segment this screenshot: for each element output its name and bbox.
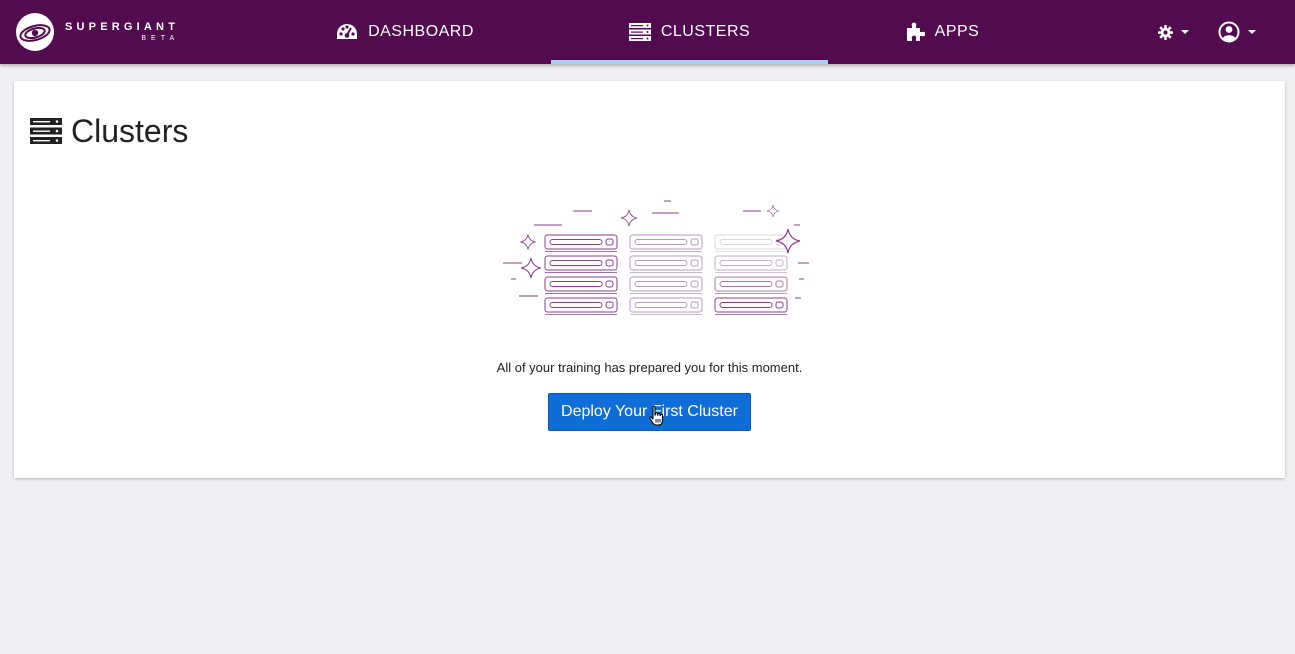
empty-clusters-illustration	[503, 200, 809, 315]
user-circle-icon	[1218, 21, 1240, 43]
tab-apps-label: APPS	[934, 23, 980, 40]
server-stack-middle	[629, 234, 703, 315]
settings-dropdown[interactable]	[1158, 16, 1189, 48]
server-icon	[628, 23, 651, 41]
empty-state-message: All of your training has prepared you fo…	[496, 360, 803, 375]
server-stack-right	[714, 234, 788, 315]
tab-dashboard[interactable]: DASHBOARD	[310, 0, 500, 64]
tab-dashboard-label: DASHBOARD	[368, 23, 474, 40]
logo-wordmark: SUPERGIANT BETA	[65, 21, 179, 43]
user-dropdown[interactable]	[1218, 16, 1256, 48]
sparkles	[520, 204, 801, 279]
tab-clusters-label: CLUSTERS	[660, 23, 751, 40]
page-title: Clusters	[30, 113, 188, 149]
supergiant-logo-icon	[16, 13, 54, 51]
brand-sub: BETA	[141, 35, 180, 42]
server-icon	[30, 118, 62, 144]
gear-icon	[1158, 24, 1173, 40]
dashboard-icon	[337, 24, 358, 39]
tab-clusters[interactable]: CLUSTERS	[551, 0, 828, 64]
deploy-first-cluster-button[interactable]: Deploy Your First Cluster	[548, 393, 751, 431]
puzzle-icon	[906, 22, 925, 41]
chevron-down-icon	[1181, 30, 1189, 34]
server-stack-left	[544, 234, 618, 315]
brand-name: SUPERGIANT	[65, 21, 180, 33]
page-title-text: Clusters	[71, 113, 189, 149]
tab-apps[interactable]: APPS	[880, 0, 1004, 64]
clusters-card: Clusters All of your training has prepar…	[14, 81, 1285, 478]
top-navbar: SUPERGIANT BETA DASHBOARD CLUSTERS APPS	[0, 0, 1295, 64]
chevron-down-icon	[1248, 30, 1256, 34]
active-tab-indicator	[551, 60, 828, 64]
supergiant-logo[interactable]: SUPERGIANT BETA	[15, 12, 179, 52]
